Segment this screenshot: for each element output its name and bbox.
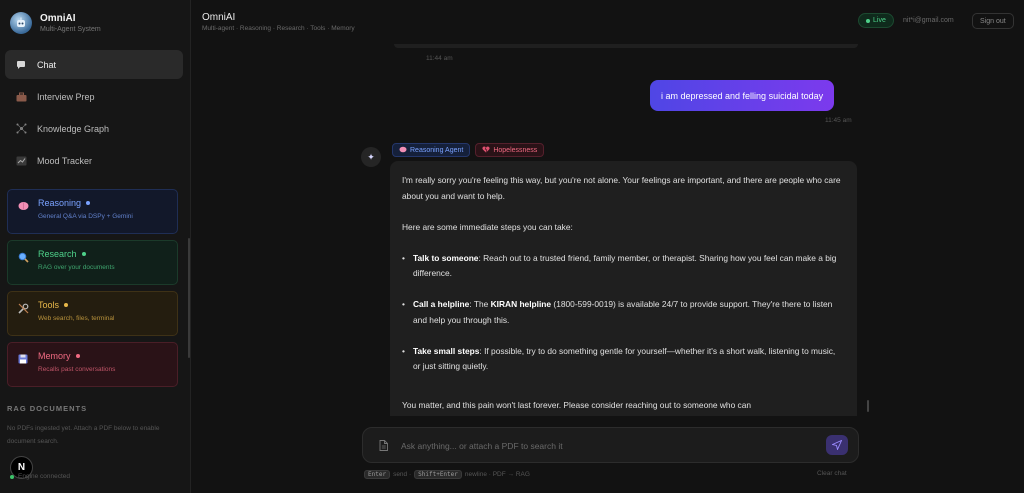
list-item: Talk to someone: Reach out to a trusted … [402, 251, 845, 282]
shift-enter-key: Shift+Enter [414, 470, 462, 479]
broken-heart-icon [482, 146, 490, 155]
step-title: Call a helpline [413, 299, 470, 309]
hint-text: newline · PDF → RAG [464, 471, 530, 478]
chat-scrollbar[interactable] [867, 400, 869, 412]
previous-message-bubble [394, 44, 858, 48]
reply-paragraph: I'm really sorry you're feeling this way… [402, 175, 841, 201]
status-dot [10, 474, 14, 479]
keyboard-hint: Enter send · Shift+Enter newline · PDF →… [364, 470, 530, 479]
briefcase-icon [15, 91, 27, 103]
live-dot [866, 18, 870, 23]
sidebar-nav: Chat Interview Prep Knowledge Graph Mood… [5, 50, 183, 178]
agent-name: Memory [38, 351, 71, 361]
agent-description: RAG over your documents [38, 264, 115, 271]
send-icon [832, 440, 842, 450]
agent-description: General Q&A via DSPy + Gemini [38, 213, 133, 220]
send-button[interactable] [826, 435, 848, 455]
agent-card-research[interactable]: Research RAG over your documents [7, 240, 178, 285]
status-badge: Live [858, 13, 894, 28]
sidebar-item-label: Interview Prep [37, 91, 95, 102]
sidebar-item-chat[interactable]: Chat [5, 50, 183, 79]
network-icon [15, 123, 27, 135]
agent-tag-label: Reasoning Agent [410, 146, 464, 154]
brand-title: OmniAI [40, 13, 76, 24]
message-timestamp: 11:44 am [426, 55, 453, 62]
header: OmniAI Multi-agent · Reasoning · Researc… [192, 0, 1024, 44]
agent-name: Research [38, 249, 77, 259]
sidebar-scrollbar[interactable] [188, 238, 190, 358]
rag-title: RAG DOCUMENTS [7, 404, 88, 413]
sidebar: OmniAI Multi-Agent System Chat Interview… [0, 0, 191, 493]
wrench-icon [18, 303, 30, 315]
brand-logo-icon [10, 12, 32, 34]
chat-thread[interactable]: 11:44 am i am depressed and felling suic… [192, 44, 1024, 416]
sidebar-item-interview-prep[interactable]: Interview Prep [5, 82, 183, 111]
clear-chat-button[interactable]: Clear chat [817, 470, 847, 477]
attach-file-icon[interactable] [377, 439, 389, 451]
rag-documents-section: RAG DOCUMENTS No PDFs ingested yet. Atta… [7, 404, 182, 448]
emotion-tag: Hopelessness [475, 143, 545, 157]
composer [362, 427, 859, 463]
response-tags: Reasoning Agent Hopelessness [392, 143, 545, 157]
sparkle-icon: ✦ [367, 151, 375, 162]
robot-face-icon [17, 17, 25, 27]
live-label: Live [873, 17, 886, 24]
user-message-bubble: i am depressed and felling suicidal toda… [650, 80, 835, 111]
reply-steps-list: Talk to someone: Reach out to a trusted … [402, 251, 845, 375]
reply-paragraph: You matter, and this pain won't last for… [402, 399, 752, 410]
helpline-name: KIRAN helpline [490, 299, 552, 309]
agent-card-reasoning[interactable]: Reasoning General Q&A via DSPy + Gemini [7, 189, 178, 234]
magnifier-icon [18, 252, 30, 264]
emotion-tag-label: Hopelessness [493, 146, 538, 154]
agent-status-dot [75, 354, 80, 358]
page-subtitle: Multi-agent · Reasoning · Research · Too… [202, 25, 355, 32]
chat-bubble-icon [15, 59, 27, 71]
list-item: Take small steps: If possible, try to do… [402, 344, 845, 375]
brand: OmniAI Multi-Agent System [10, 12, 101, 34]
agent-list: Reasoning General Q&A via DSPy + Gemini … [7, 189, 178, 393]
agent-description: Web search, files, terminal [38, 315, 115, 322]
reply-paragraph: Here are some immediate steps you can ta… [402, 221, 573, 232]
agent-description: Recalls past conversations [38, 366, 116, 373]
agent-status-dot [81, 252, 86, 256]
list-item: Call a helpline: The KIRAN helpline (180… [402, 297, 845, 328]
app-root: OmniAI Multi-Agent System Chat Interview… [0, 0, 1024, 493]
agent-card-tools[interactable]: Tools Web search, files, terminal [7, 291, 178, 336]
sidebar-item-label: Knowledge Graph [37, 123, 110, 134]
sign-out-button[interactable]: Sign out [972, 13, 1014, 29]
sidebar-item-mood-tracker[interactable]: Mood Tracker [5, 146, 183, 175]
floppy-icon [18, 354, 30, 366]
assistant-avatar: ✦ [361, 147, 381, 167]
sidebar-item-label: Chat [37, 59, 57, 70]
agent-tag: Reasoning Agent [392, 143, 471, 157]
hint-text: send · [393, 471, 412, 478]
page-title: OmniAI [202, 12, 236, 23]
message-input[interactable] [401, 437, 811, 455]
agent-status-dot [86, 201, 91, 205]
message-timestamp: 11:45 am [825, 117, 852, 124]
step-text: : The [469, 299, 491, 309]
brand-subtitle: Multi-Agent System [40, 26, 101, 33]
assistant-message-bubble: I'm really sorry you're feeling this way… [390, 161, 857, 416]
chart-icon [15, 155, 27, 167]
sidebar-item-knowledge-graph[interactable]: Knowledge Graph [5, 114, 183, 143]
user-email: nit*i@gmail.com [903, 17, 954, 24]
brain-icon [399, 146, 407, 155]
agent-name: Reasoning [38, 198, 82, 208]
step-title: Talk to someone [413, 252, 479, 263]
rag-empty-text: No PDFs ingested yet. Attach a PDF below… [7, 425, 160, 445]
brain-icon [18, 201, 30, 213]
enter-key: Enter [364, 470, 391, 479]
agent-status-dot [64, 303, 69, 307]
agent-name: Tools [38, 300, 60, 310]
step-title: Take small steps [413, 345, 480, 356]
engine-status-text: Engine connected [18, 473, 71, 480]
sidebar-item-label: Mood Tracker [37, 155, 93, 166]
agent-card-memory[interactable]: Memory Recalls past conversations [7, 342, 178, 387]
engine-status: Engine connected [10, 473, 70, 480]
